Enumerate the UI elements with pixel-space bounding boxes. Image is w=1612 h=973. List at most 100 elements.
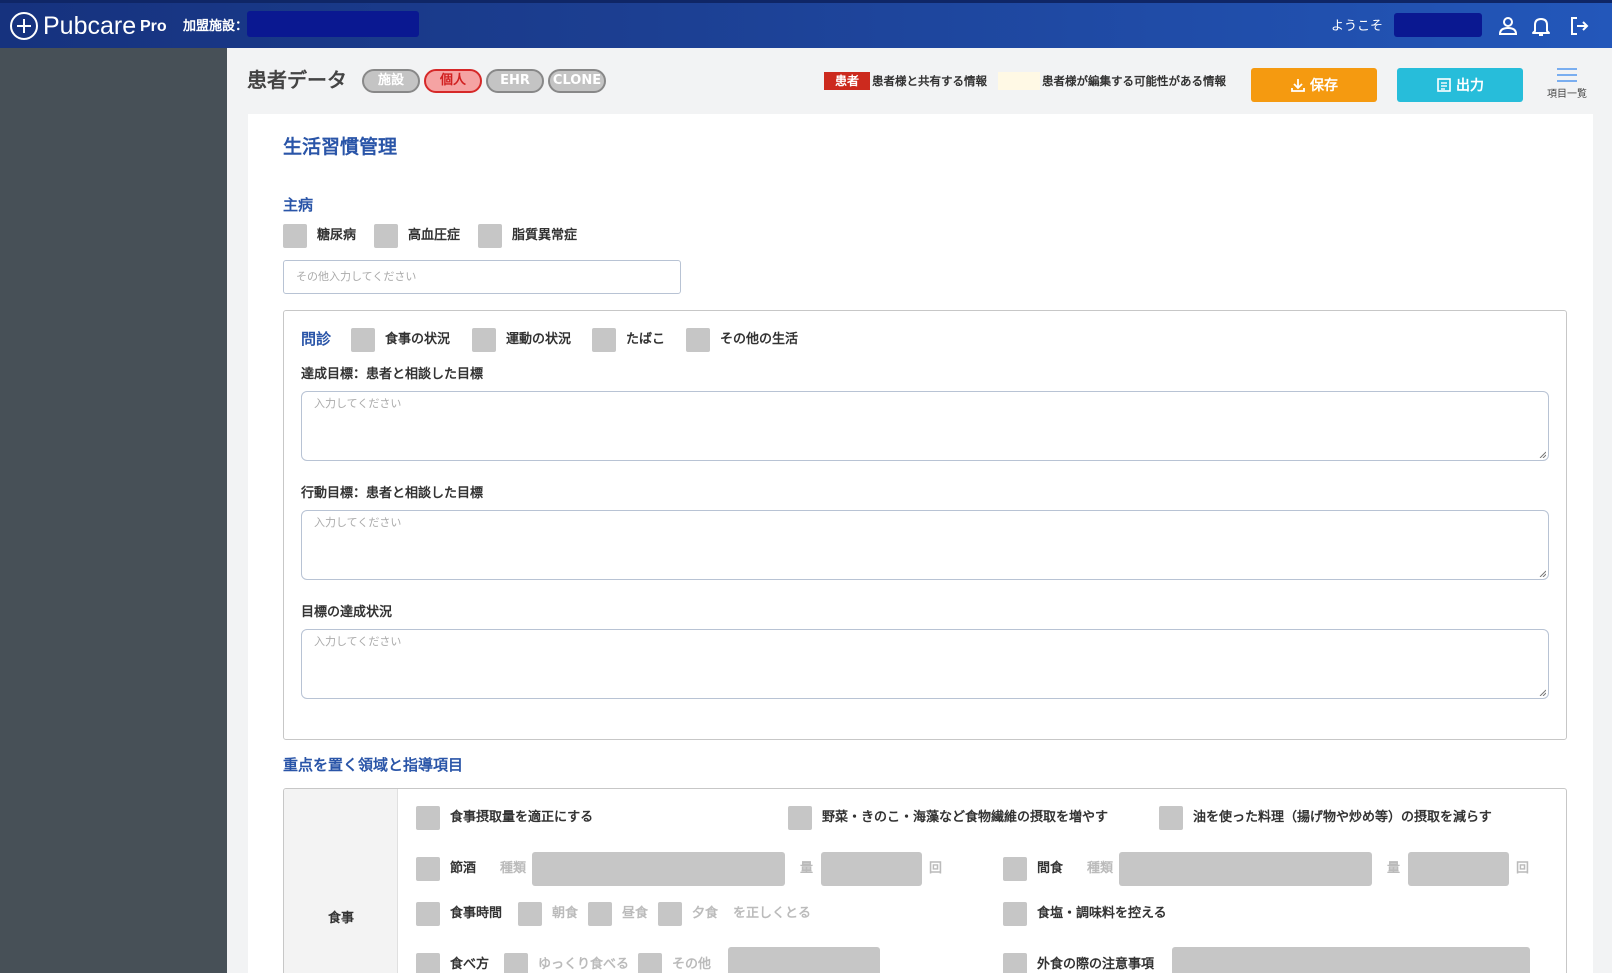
resize-grip-icon[interactable] <box>1538 569 1546 577</box>
label-breakfast: 朝食 <box>552 906 579 921</box>
save-label: 保存 <box>1310 77 1338 93</box>
label-eat-slowly: ゆっくり食べる <box>538 957 630 972</box>
behavior-goal-textarea[interactable]: 入力してください <box>301 510 1549 580</box>
goal-status-label: 目標の達成状況 <box>301 605 393 620</box>
top-header: Pubcare Pro 加盟施設： ようこそ <box>0 0 1612 48</box>
checkbox-diet-status[interactable] <box>351 328 375 352</box>
drink-kind-input[interactable] <box>532 852 785 886</box>
facility-label: 加盟施設： <box>183 19 249 34</box>
checkbox-less-salt[interactable] <box>1003 902 1027 926</box>
achievement-goal-placeholder: 入力してください <box>314 397 402 410</box>
label-drink-amount: 量 <box>800 861 814 876</box>
tag-ehr[interactable]: EHR <box>486 69 544 93</box>
output-button[interactable]: 出力 <box>1397 68 1523 102</box>
label-eat-properly: を正しくとる <box>733 906 812 921</box>
logo-text: Pubcare <box>43 12 137 40</box>
label-snacks: 間食 <box>1037 861 1064 876</box>
item-list-button[interactable]: 項目一覧 <box>1542 68 1592 104</box>
label-diabetes: 糖尿病 <box>317 228 357 243</box>
tag-clone[interactable]: CLONE <box>548 69 606 93</box>
label-tobacco: たばこ <box>626 332 666 347</box>
download-icon <box>1291 79 1305 92</box>
label-eating-out: 外食の際の注意事項 <box>1037 957 1155 972</box>
sidebar <box>0 48 227 973</box>
item-list-label: 項目一覧 <box>1547 89 1587 100</box>
interview-heading: 問診 <box>301 330 332 348</box>
output-label: 出力 <box>1456 77 1484 93</box>
checkbox-lunch[interactable] <box>588 902 612 926</box>
logo-pro: Pro <box>140 18 167 35</box>
main-disease-heading: 主病 <box>283 196 314 214</box>
form-card: 生活習慣管理 主病 糖尿病 高血圧症 脂質異常症 その他入力してください 問診 … <box>248 114 1593 973</box>
checkbox-hypertension[interactable] <box>374 224 398 248</box>
checkbox-exercise-status[interactable] <box>472 328 496 352</box>
user-icon[interactable] <box>1497 15 1519 37</box>
main-content: 患者データ 施設 個人 EHR CLONE 患者 患者様と共有する情報 患者様が… <box>227 48 1612 973</box>
snack-amount-input[interactable] <box>1408 852 1509 886</box>
checkbox-eating-out[interactable] <box>1003 953 1027 973</box>
label-lunch: 昼食 <box>622 906 649 921</box>
label-drink-unit: 回 <box>929 861 943 876</box>
hamburger-icon <box>1557 68 1577 84</box>
eating-out-input[interactable] <box>1172 947 1530 973</box>
label-exercise-status: 運動の状況 <box>506 332 572 347</box>
legend-editable-swatch <box>998 72 1040 90</box>
checkbox-eat-slowly[interactable] <box>504 953 528 973</box>
checkbox-snacks[interactable] <box>1003 857 1027 881</box>
page-title: 患者データ <box>247 68 347 92</box>
checkbox-more-fiber[interactable] <box>788 806 812 830</box>
checkbox-dyslipidemia[interactable] <box>478 224 502 248</box>
label-appropriate-intake: 食事摂取量を適正にする <box>450 810 594 825</box>
checkbox-moderate-drinking[interactable] <box>416 857 440 881</box>
pubcare-logo-icon <box>10 12 38 40</box>
label-dyslipidemia: 脂質異常症 <box>512 228 578 243</box>
welcome-text: ようこそ <box>1331 19 1384 34</box>
label-snack-kind: 種類 <box>1087 861 1114 876</box>
user-name-redacted <box>1394 13 1482 37</box>
checkbox-eating-style[interactable] <box>416 953 440 973</box>
category-column: 食事 <box>284 789 398 973</box>
label-moderate-drinking: 節酒 <box>450 861 477 876</box>
checkbox-breakfast[interactable] <box>518 902 542 926</box>
focus-area-heading: 重点を置く領域と指導項目 <box>283 756 464 774</box>
achievement-goal-textarea[interactable]: 入力してください <box>301 391 1549 461</box>
label-less-salt: 食塩・調味料を控える <box>1037 906 1167 921</box>
logout-icon[interactable] <box>1568 15 1590 37</box>
drink-amount-input[interactable] <box>821 852 922 886</box>
checkbox-other-lifestyle[interactable] <box>686 328 710 352</box>
facility-name-redacted <box>247 11 419 37</box>
legend-patient-badge: 患者 <box>824 72 870 90</box>
category-diet: 食事 <box>327 911 354 926</box>
goal-status-textarea[interactable]: 入力してください <box>301 629 1549 699</box>
checkbox-appropriate-intake[interactable] <box>416 806 440 830</box>
document-icon <box>1437 78 1451 92</box>
label-diet-status: 食事の状況 <box>385 332 451 347</box>
snack-kind-input[interactable] <box>1119 852 1372 886</box>
bell-icon[interactable] <box>1530 15 1552 37</box>
resize-grip-icon[interactable] <box>1538 450 1546 458</box>
other-disease-input[interactable]: その他入力してください <box>283 260 681 294</box>
checkbox-eating-other[interactable] <box>638 953 662 973</box>
checkbox-tobacco[interactable] <box>592 328 616 352</box>
label-more-fiber: 野菜・きのこ・海藻など食物繊維の摂取を増やす <box>822 810 1109 825</box>
label-meal-time: 食事時間 <box>450 906 503 921</box>
checkbox-less-oil[interactable] <box>1159 806 1183 830</box>
label-dinner: 夕食 <box>692 906 719 921</box>
eating-other-input[interactable] <box>728 947 880 973</box>
tag-facility[interactable]: 施設 <box>362 69 420 93</box>
label-drink-kind: 種類 <box>500 861 527 876</box>
label-hypertension: 高血圧症 <box>408 228 461 243</box>
checkbox-meal-time[interactable] <box>416 902 440 926</box>
resize-grip-icon[interactable] <box>1538 688 1546 696</box>
label-eating-style: 食べ方 <box>450 957 490 972</box>
achievement-goal-label: 達成目標：患者と相談した目標 <box>301 367 484 382</box>
tag-personal[interactable]: 個人 <box>424 69 482 93</box>
save-button[interactable]: 保存 <box>1251 68 1377 102</box>
legend-editable-text: 患者様が編集する可能性がある情報 <box>1042 74 1226 88</box>
checkbox-dinner[interactable] <box>658 902 682 926</box>
behavior-goal-label: 行動目標：患者と相談した目標 <box>301 486 484 501</box>
label-snack-unit: 回 <box>1516 861 1530 876</box>
legend-shared-text: 患者様と共有する情報 <box>872 74 987 88</box>
label-less-oil: 油を使った料理（揚げ物や炒め等）の摂取を減らす <box>1193 810 1492 825</box>
checkbox-diabetes[interactable] <box>283 224 307 248</box>
